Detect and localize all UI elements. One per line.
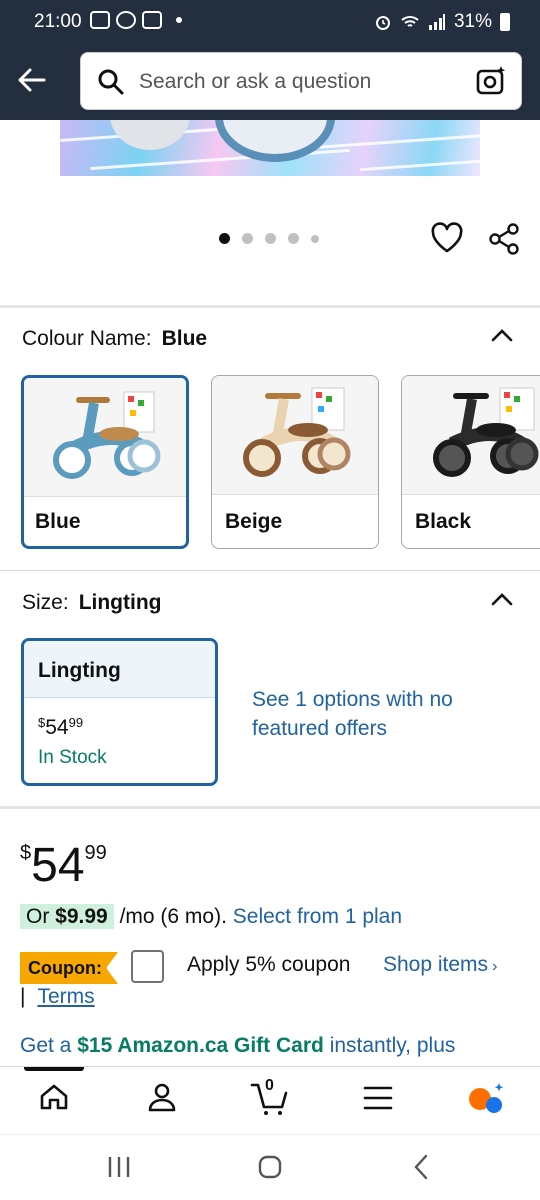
camera-search-icon[interactable]	[475, 65, 507, 97]
wifi-icon	[401, 16, 419, 27]
carousel-dots	[219, 233, 319, 244]
gallery-icon	[90, 11, 110, 29]
price-currency: $	[20, 842, 32, 864]
monthly-prefix: Or	[26, 905, 50, 928]
status-bar: 21:00 31%	[0, 0, 540, 44]
colour-option-label: Black	[415, 510, 472, 533]
search-icon	[98, 69, 124, 95]
heart-icon[interactable]	[430, 222, 464, 254]
stock-status: In Stock	[38, 747, 107, 768]
price-fraction: 99	[84, 842, 107, 864]
colour-option-blue[interactable]: Blue	[21, 375, 189, 549]
bike-thumbnail-beige	[212, 376, 378, 495]
battery-percent: 31%	[453, 11, 492, 32]
section-divider	[0, 570, 540, 571]
chevron-up-icon[interactable]	[490, 589, 514, 609]
section-divider	[0, 806, 540, 809]
alarm-icon	[375, 16, 390, 30]
gift-prefix: Get a	[20, 1034, 72, 1057]
carousel-dot[interactable]	[242, 233, 253, 244]
price-whole: 54	[31, 839, 85, 892]
monthly-payment: Or $9.99 /mo (6 mo). Select from 1 plan	[20, 904, 402, 929]
status-time: 21:00	[34, 11, 82, 32]
rufus-assistant-icon[interactable]	[466, 1081, 506, 1115]
share-icon[interactable]	[487, 222, 521, 256]
colour-option-black[interactable]: Black	[401, 375, 540, 549]
gift-highlight: $15 Amazon.ca Gift Card	[77, 1034, 324, 1057]
coupon-text: Apply 5% coupon	[187, 953, 351, 976]
monthly-suffix: /mo (6 mo).	[119, 905, 227, 928]
colour-label: Colour Name: Blue	[22, 327, 207, 351]
system-icons: 31%	[374, 11, 510, 33]
colour-label-text: Colour Name:	[22, 327, 152, 350]
size-selected-value: Lingting	[78, 591, 162, 614]
signal-icon	[428, 14, 445, 30]
bottom-nav: 0	[0, 1066, 540, 1134]
coupon-badge: Coupon:	[20, 952, 118, 984]
carousel-dot[interactable]	[288, 233, 299, 244]
terms-row: | Terms	[20, 985, 95, 1009]
search-input[interactable]: Search or ask a question	[139, 70, 371, 94]
bike-thumbnail-blue	[24, 378, 186, 497]
search-bar[interactable]: Search or ask a question	[80, 52, 522, 110]
shop-items-label: Shop items	[383, 953, 489, 976]
select-plan-link[interactable]: Select from 1 plan	[233, 905, 402, 928]
system-navigation-bar	[0, 1134, 540, 1200]
colour-option-beige[interactable]: Beige	[211, 375, 379, 549]
colour-option-label: Beige	[225, 510, 283, 533]
price-whole: 54	[45, 716, 69, 739]
bike-thumbnail-black	[402, 376, 540, 495]
battery-icon	[500, 13, 510, 31]
monthly-amount: $9.99	[55, 905, 108, 928]
terms-separator: |	[20, 985, 26, 1008]
colour-option-label: Blue	[35, 510, 81, 533]
see-options-link[interactable]: See 1 options with no featured offers	[252, 685, 482, 743]
chevron-right-icon: ›	[492, 958, 498, 975]
size-label-text: Size:	[22, 591, 69, 614]
size-option-price: $5499	[38, 715, 83, 740]
section-divider	[0, 305, 540, 308]
recent-apps-icon[interactable]	[106, 1155, 132, 1179]
home-icon[interactable]	[38, 1081, 70, 1113]
product-image[interactable]	[60, 120, 480, 176]
coupon-checkbox[interactable]	[131, 950, 164, 983]
cart-count: 0	[265, 1077, 274, 1094]
price-fraction: 99	[68, 715, 84, 730]
gift-card-offer[interactable]: Get a $15 Amazon.ca Gift Card instantly,…	[20, 1034, 455, 1058]
active-tab-indicator	[24, 1067, 84, 1071]
carousel-dot[interactable]	[311, 234, 319, 243]
home-button-icon[interactable]	[256, 1153, 284, 1181]
carousel-dot[interactable]	[265, 233, 276, 244]
product-price: $5499	[20, 838, 107, 893]
notification-icons	[90, 11, 182, 29]
app-header: Search or ask a question	[0, 44, 540, 120]
more-notifications-icon	[176, 17, 182, 23]
colour-selected-value: Blue	[161, 327, 208, 350]
menu-icon[interactable]	[362, 1085, 394, 1111]
chevron-up-icon[interactable]	[490, 325, 514, 345]
size-option-name: Lingting	[38, 659, 121, 682]
cart-button[interactable]: 0	[250, 1077, 290, 1117]
shop-items-link[interactable]: Shop items ›	[383, 953, 497, 977]
account-icon[interactable]	[146, 1081, 178, 1113]
back-arrow-icon[interactable]	[12, 60, 52, 100]
size-label: Size: Lingting	[22, 591, 162, 615]
terms-link[interactable]: Terms	[37, 985, 94, 1008]
mail-icon	[142, 11, 162, 29]
app-notification-icon	[116, 11, 136, 29]
size-option-lingting[interactable]: Lingting $5499 In Stock	[21, 638, 218, 786]
carousel-dot[interactable]	[219, 233, 230, 244]
gift-suffix: instantly, plus	[329, 1034, 456, 1057]
monthly-highlight: Or $9.99	[20, 904, 114, 929]
back-button-icon[interactable]	[410, 1153, 434, 1181]
